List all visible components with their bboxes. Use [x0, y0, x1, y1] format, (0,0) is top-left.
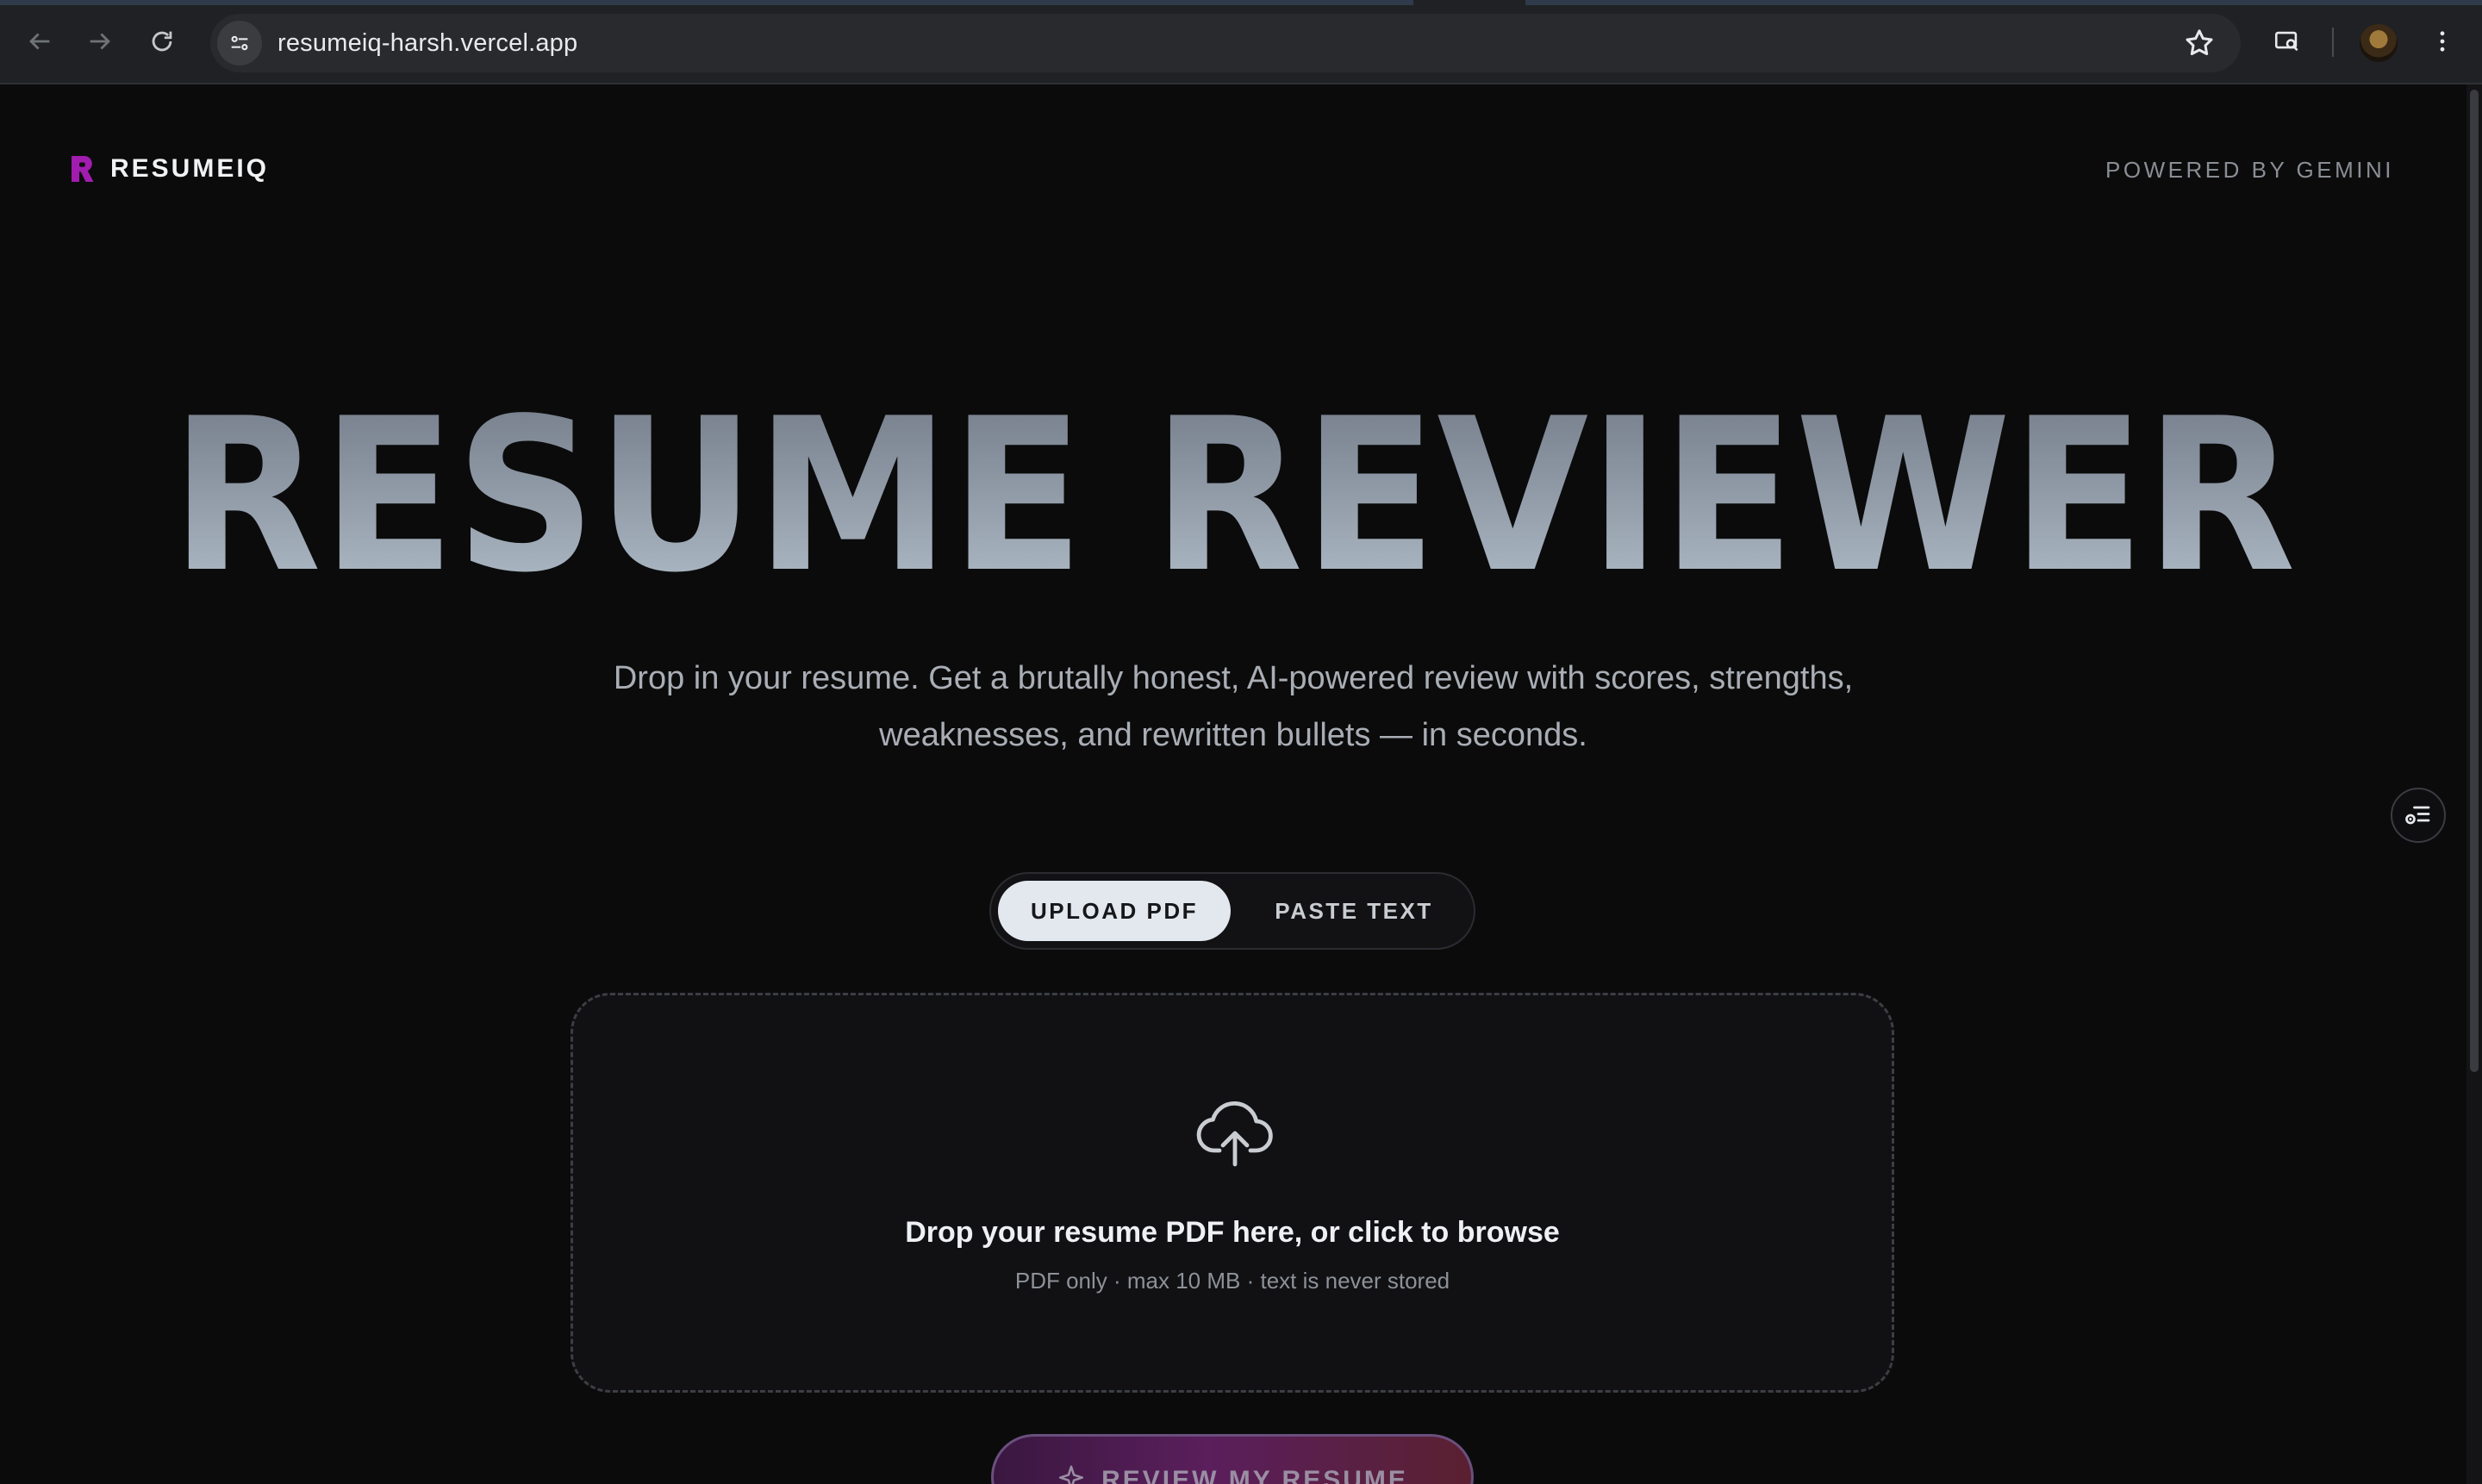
scrollbar-thumb[interactable]: [2470, 90, 2479, 1072]
cast-search-button[interactable]: [2268, 22, 2306, 60]
tab-strip: [0, 0, 2482, 5]
url-text[interactable]: resumeiq-harsh.vercel.app: [278, 29, 577, 58]
avatar[interactable]: [2360, 24, 2398, 62]
reload-icon: [152, 31, 172, 52]
more-menu-icon: [2440, 31, 2445, 52]
bookmark-star-icon[interactable]: [2182, 26, 2217, 60]
brand-logo-icon: [72, 156, 94, 182]
page-scrollbar[interactable]: [2466, 84, 2482, 1484]
back-button[interactable]: [21, 22, 59, 60]
more-menu-button[interactable]: [2423, 22, 2461, 60]
site-info-button[interactable]: [217, 21, 262, 65]
floating-settings-button[interactable]: [2391, 788, 2446, 843]
back-icon: [29, 33, 50, 50]
address-bar[interactable]: resumeiq-harsh.vercel.app: [210, 14, 2241, 72]
tab-paste-text[interactable]: PASTE TEXT: [1243, 881, 1465, 941]
brand-name: RESUMEIQ: [110, 154, 270, 183]
page: RESUMEIQ POWERED BY GEMINI RESUME REVIEW…: [0, 84, 2466, 1484]
reload-button[interactable]: [143, 22, 181, 60]
forward-button[interactable]: [81, 22, 119, 60]
settings-list-icon: [2405, 806, 2430, 825]
cloud-upload-icon: [1196, 1101, 1273, 1167]
dropzone-subtitle: PDF only · max 10 MB · text is never sto…: [1014, 1268, 1450, 1294]
site-info-icon: [231, 35, 248, 51]
review-resume-label: REVIEW MY RESUME: [1101, 1466, 1408, 1484]
hero-title-text: RESUME REVIEWER: [171, 377, 2296, 619]
forward-icon: [90, 33, 110, 50]
pdf-dropzone[interactable]: Drop your resume PDF here, or click to b…: [571, 993, 1894, 1393]
input-mode-toggle: UPLOAD PDF PASTE TEXT: [989, 872, 1475, 950]
sparkle-icon: [1059, 1465, 1084, 1484]
hero-subtitle: Drop in your resume. Get a brutally hone…: [613, 660, 1854, 753]
tab-upload-pdf[interactable]: UPLOAD PDF: [998, 881, 1231, 941]
cast-search-icon: [2274, 31, 2298, 52]
powered-by-label: POWERED BY GEMINI: [2105, 157, 2394, 183]
browser-chrome: resumeiq-harsh.vercel.app: [0, 0, 2482, 84]
review-resume-button[interactable]: REVIEW MY RESUME: [991, 1434, 1474, 1484]
brand[interactable]: RESUMEIQ: [69, 153, 269, 184]
dropzone-title: Drop your resume PDF here, or click to b…: [905, 1216, 1560, 1249]
hero-title: RESUME REVIEWER: [0, 377, 2466, 636]
toolbar-divider: [2332, 28, 2334, 57]
